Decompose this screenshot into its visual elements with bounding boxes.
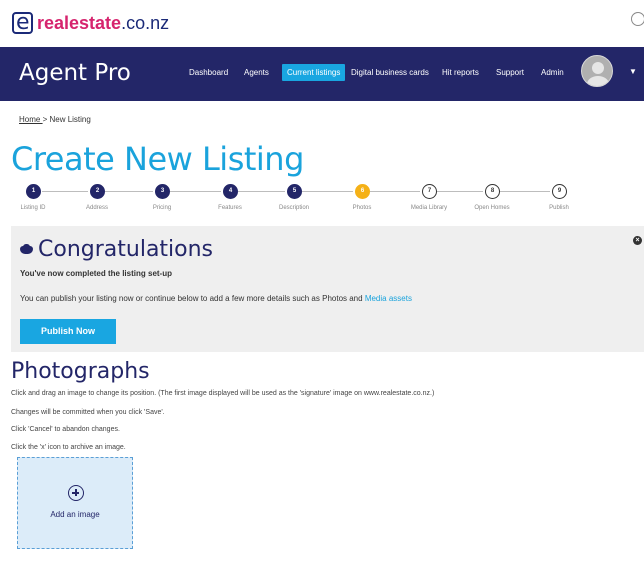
nav-agents[interactable]: Agents <box>244 68 269 77</box>
nav-dashboard[interactable]: Dashboard <box>189 68 228 77</box>
app-title: Agent Pro <box>19 60 131 86</box>
nav-current-listings[interactable]: Current listings <box>282 64 346 81</box>
step-4-circle[interactable]: 4 <box>223 184 238 199</box>
page-title: Create New Listing <box>11 140 304 178</box>
step-7-label: Media Library <box>410 205 448 211</box>
step-6-label: Photos <box>352 205 372 211</box>
congratulations-body: You can publish your listing now or cont… <box>20 294 412 303</box>
close-icon[interactable]: × <box>633 236 642 245</box>
step-3-circle[interactable]: 3 <box>155 184 170 199</box>
photo-instruction: Click 'Cancel' to abandon changes. <box>11 426 120 433</box>
step-connector <box>42 191 88 192</box>
add-image-label: Add an image <box>50 510 100 519</box>
breadcrumb-current: New Listing <box>49 115 91 124</box>
top-navigation: Agent Pro Dashboard Agents Current listi… <box>0 47 644 101</box>
congratulations-title: Congratulations <box>20 237 213 262</box>
nav-hit-reports[interactable]: Hit reports <box>442 68 479 77</box>
search-icon[interactable] <box>631 12 644 26</box>
nav-support[interactable]: Support <box>496 68 524 77</box>
step-4-label: Features <box>218 205 242 211</box>
step-connector <box>302 191 353 192</box>
media-assets-link[interactable]: Media assets <box>365 294 412 303</box>
plus-circle-icon <box>68 485 84 501</box>
brand-bar: realestate.co.nz <box>0 0 644 47</box>
photo-instruction: Click and drag an image to change its po… <box>11 390 435 397</box>
listing-stepper: 1 Listing ID 2 Address 3 Pricing 4 Featu… <box>0 184 644 214</box>
step-1-label: Listing ID <box>20 205 46 211</box>
step-connector <box>170 191 221 192</box>
site-logo[interactable]: realestate.co.nz <box>12 10 170 35</box>
step-2-circle[interactable]: 2 <box>90 184 105 199</box>
photo-instruction: Changes will be committed when you click… <box>11 409 165 416</box>
step-9-label: Publish <box>549 205 569 211</box>
step-connector <box>238 191 285 192</box>
step-9-circle[interactable]: 9 <box>552 184 567 199</box>
logo-mark-icon <box>12 10 33 35</box>
photographs-title: Photographs <box>11 359 150 384</box>
step-8-label: Open Homes <box>474 205 510 211</box>
step-connector <box>437 191 483 192</box>
publish-now-button[interactable]: Publish Now <box>20 319 116 344</box>
step-5-circle[interactable]: 5 <box>287 184 302 199</box>
breadcrumb: Home > New Listing <box>19 115 91 124</box>
congratulations-subtitle: You've now completed the listing set-up <box>20 269 172 278</box>
step-5-label: Description <box>278 205 310 211</box>
nav-digital-business-cards[interactable]: Digital business cards <box>351 68 429 77</box>
step-3-label: Pricing <box>152 205 172 211</box>
photo-instruction: Click the 'x' icon to archive an image. <box>11 444 126 451</box>
step-connector <box>500 191 550 192</box>
handshake-icon <box>20 244 33 255</box>
step-8-circle[interactable]: 8 <box>485 184 500 199</box>
breadcrumb-home-link[interactable]: Home <box>19 115 43 124</box>
step-2-label: Address <box>85 205 109 211</box>
add-image-dropzone[interactable]: Add an image <box>17 457 133 549</box>
avatar[interactable] <box>581 55 613 87</box>
step-connector <box>370 191 420 192</box>
logo-text: realestate.co.nz <box>37 12 170 33</box>
step-6-circle[interactable]: 6 <box>355 184 370 199</box>
nav-admin[interactable]: Admin <box>541 68 564 77</box>
chevron-down-icon[interactable]: ▼ <box>629 67 637 76</box>
step-connector <box>105 191 153 192</box>
step-1-circle[interactable]: 1 <box>26 184 41 199</box>
step-7-circle[interactable]: 7 <box>422 184 437 199</box>
